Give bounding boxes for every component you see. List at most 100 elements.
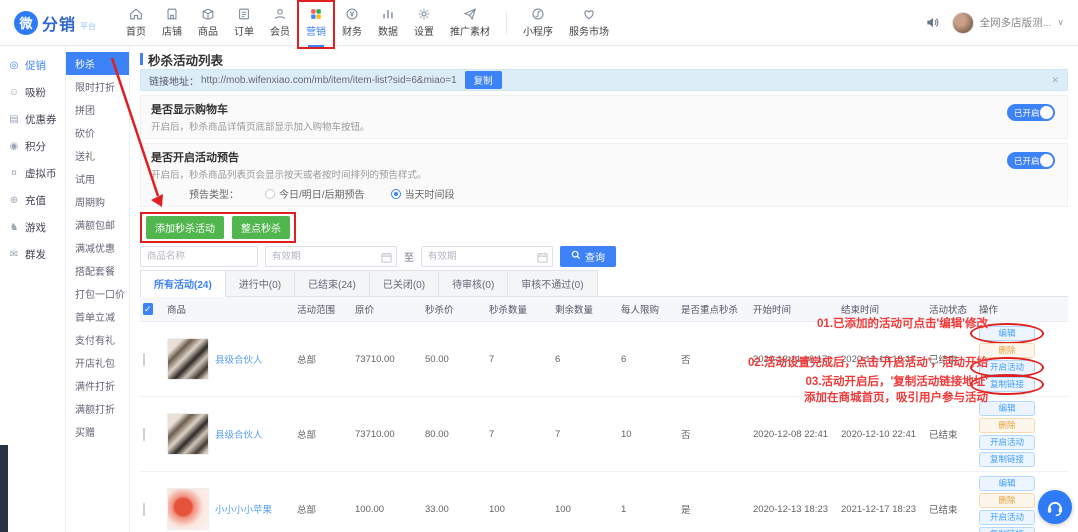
product-name-link[interactable]: 县级合伙人 [215, 427, 263, 441]
row-checkbox[interactable] [143, 353, 145, 366]
tab-ended[interactable]: 已结束(24) [294, 270, 370, 296]
delete-button[interactable]: 删除 [979, 418, 1035, 433]
nav-goods[interactable]: 商品 [190, 3, 226, 42]
submenu-item-free-shipping[interactable]: 满额包邮 [66, 213, 129, 236]
sidebar-item-promotion[interactable]: ◎ 促销 [0, 52, 65, 79]
close-icon[interactable]: ✕ [1051, 75, 1059, 86]
notice-type-row: 预告类型： 今日/明日/后期预告 当天时间段 [151, 186, 1057, 201]
copy-activity-link-button[interactable]: 复制链接 [979, 452, 1035, 467]
hourly-seckill-button[interactable]: 整点秒杀 [232, 216, 290, 239]
submenu-item-combo[interactable]: 搭配套餐 [66, 259, 129, 282]
product-name-link[interactable]: 小小小小苹果 [215, 502, 272, 516]
date-from-field[interactable] [265, 246, 397, 267]
tab-review-failed[interactable]: 审核不通过(0) [507, 270, 597, 296]
submenu-item-cycle-buy[interactable]: 周期购 [66, 190, 129, 213]
cell-limit: 10 [618, 397, 678, 472]
nav-members-label: 会员 [270, 23, 290, 38]
notice-toggle[interactable]: 已开启 [1007, 152, 1055, 169]
avatar [952, 12, 974, 34]
submenu-item-amount-discount[interactable]: 满额打折 [66, 397, 129, 420]
nav-home[interactable]: 首页 [118, 3, 154, 42]
sidebar-item-fans[interactable]: ☺ 吸粉 [0, 79, 65, 106]
submenu-item-seckill[interactable]: 秒杀 [66, 52, 129, 75]
nav-store[interactable]: 店铺 [154, 3, 190, 42]
submenu-item-pay-gift[interactable]: 支付有礼 [66, 328, 129, 351]
copy-link-button[interactable]: 复制 [465, 71, 502, 89]
nav-miniprogram[interactable]: 小程序 [515, 3, 561, 42]
submenu-item-package-price[interactable]: 打包一口价 [66, 282, 129, 305]
tab-closed[interactable]: 已关闭(0) [369, 270, 439, 296]
nav-store-label: 店铺 [162, 23, 182, 38]
sidebar-item-coupon[interactable]: ▤ 优惠券 [0, 106, 65, 133]
delete-button[interactable]: 删除 [979, 493, 1035, 508]
date-to-field[interactable] [421, 246, 553, 267]
submenu-item-piece-discount[interactable]: 满件打折 [66, 374, 129, 397]
cell-scope: 总部 [294, 472, 352, 532]
open-activity-button[interactable]: 开启活动 [979, 510, 1035, 525]
date-from-input[interactable] [265, 246, 397, 267]
sidebar-primary: ◎ 促销 ☺ 吸粉 ▤ 优惠券 ◉ 积分 ¤ 虚拟币 ⊕ 充值 [0, 46, 66, 532]
edit-button[interactable]: 编辑 [979, 476, 1035, 491]
nav-promo-material[interactable]: 推广素材 [442, 3, 498, 42]
radio-icon [265, 189, 275, 199]
product-name-link[interactable]: 县级合伙人 [215, 352, 263, 366]
link-label: 链接地址： [149, 73, 199, 88]
sidebar-item-label: 促销 [25, 58, 46, 73]
nav-settings[interactable]: 设置 [406, 3, 442, 42]
date-to-input[interactable] [421, 246, 553, 267]
submenu-item-time-discount[interactable]: 限时打折 [66, 75, 129, 98]
nav-service-market[interactable]: 服务市场 [561, 3, 617, 42]
nav-orders[interactable]: 订单 [226, 3, 262, 42]
product-name-input[interactable] [140, 246, 258, 267]
left-scrollbar-strip[interactable] [0, 445, 8, 532]
member-icon [273, 7, 287, 21]
nav-finance[interactable]: 财务 [334, 3, 370, 42]
toggle-knob [1040, 106, 1053, 119]
submenu-item-bargain[interactable]: 砍价 [66, 121, 129, 144]
tab-in-progress[interactable]: 进行中(0) [225, 270, 295, 296]
submenu-item-gift[interactable]: 送礼 [66, 144, 129, 167]
submenu-item-shop-gift[interactable]: 开店礼包 [66, 351, 129, 374]
row-checkbox[interactable] [143, 428, 145, 441]
annotation-step3-line2: 添加在商城首页，吸引用户参与活动 [804, 389, 988, 405]
submenu-item-trial[interactable]: 试用 [66, 167, 129, 190]
goods-icon [201, 7, 215, 21]
add-seckill-button[interactable]: 添加秒杀活动 [146, 216, 224, 239]
sidebar-item-virtual-coin[interactable]: ¤ 虚拟币 [0, 160, 65, 187]
cell-scope: 总部 [294, 397, 352, 472]
cell-key-seckill: 否 [678, 397, 750, 472]
nav-marketing[interactable]: 营销 [298, 3, 334, 42]
row-checkbox[interactable] [143, 503, 145, 516]
tab-all-activities[interactable]: 所有活动(24) [140, 270, 226, 296]
search-button[interactable]: 查询 [560, 246, 616, 267]
cart-toggle[interactable]: 已开启 [1007, 104, 1055, 121]
sidebar-item-recharge[interactable]: ⊕ 充值 [0, 187, 65, 214]
sidebar-item-points[interactable]: ◉ 积分 [0, 133, 65, 160]
account-menu[interactable]: 全网多店版测... ∨ [952, 12, 1064, 34]
submenu-item-buy-gift[interactable]: 买赠 [66, 420, 129, 443]
col-actions: 操作 [976, 297, 1068, 322]
tab-pending-review[interactable]: 待审核(0) [438, 270, 508, 296]
select-all-checkbox[interactable]: ✓ [143, 303, 153, 315]
radio-today-tomorrow[interactable]: 今日/明日/后期预告 [265, 186, 365, 201]
cell-seckill-price: 50.00 [422, 322, 486, 397]
radio-same-day[interactable]: 当天时间段 [391, 186, 455, 201]
submenu-item-first-order[interactable]: 首单立减 [66, 305, 129, 328]
customer-service-button[interactable] [1038, 490, 1072, 524]
product-image [167, 488, 209, 530]
store-icon [165, 7, 179, 21]
copy-activity-link-button[interactable]: 复制链接 [979, 527, 1035, 532]
radio-selected-icon [391, 189, 401, 199]
nav-members[interactable]: 会员 [262, 3, 298, 42]
nav-data[interactable]: 数据 [370, 3, 406, 42]
submenu-item-full-discount[interactable]: 满减优惠 [66, 236, 129, 259]
submenu-item-group-buy[interactable]: 拼团 [66, 98, 129, 121]
sidebar-item-game[interactable]: ♞ 游戏 [0, 214, 65, 241]
cell-key-seckill: 是 [678, 472, 750, 532]
app-logo[interactable]: 微 分销 平台 [14, 11, 100, 35]
activity-table-wrap: ✓ 商品 活动范围 原价 秒杀价 秒杀数量 剩余数量 每人限购 是否重点秒杀 开… [140, 297, 1068, 532]
sidebar-item-broadcast[interactable]: ✉ 群发 [0, 241, 65, 268]
cell-limit: 1 [618, 472, 678, 532]
open-activity-button[interactable]: 开启活动 [979, 435, 1035, 450]
speaker-icon[interactable] [925, 15, 940, 30]
